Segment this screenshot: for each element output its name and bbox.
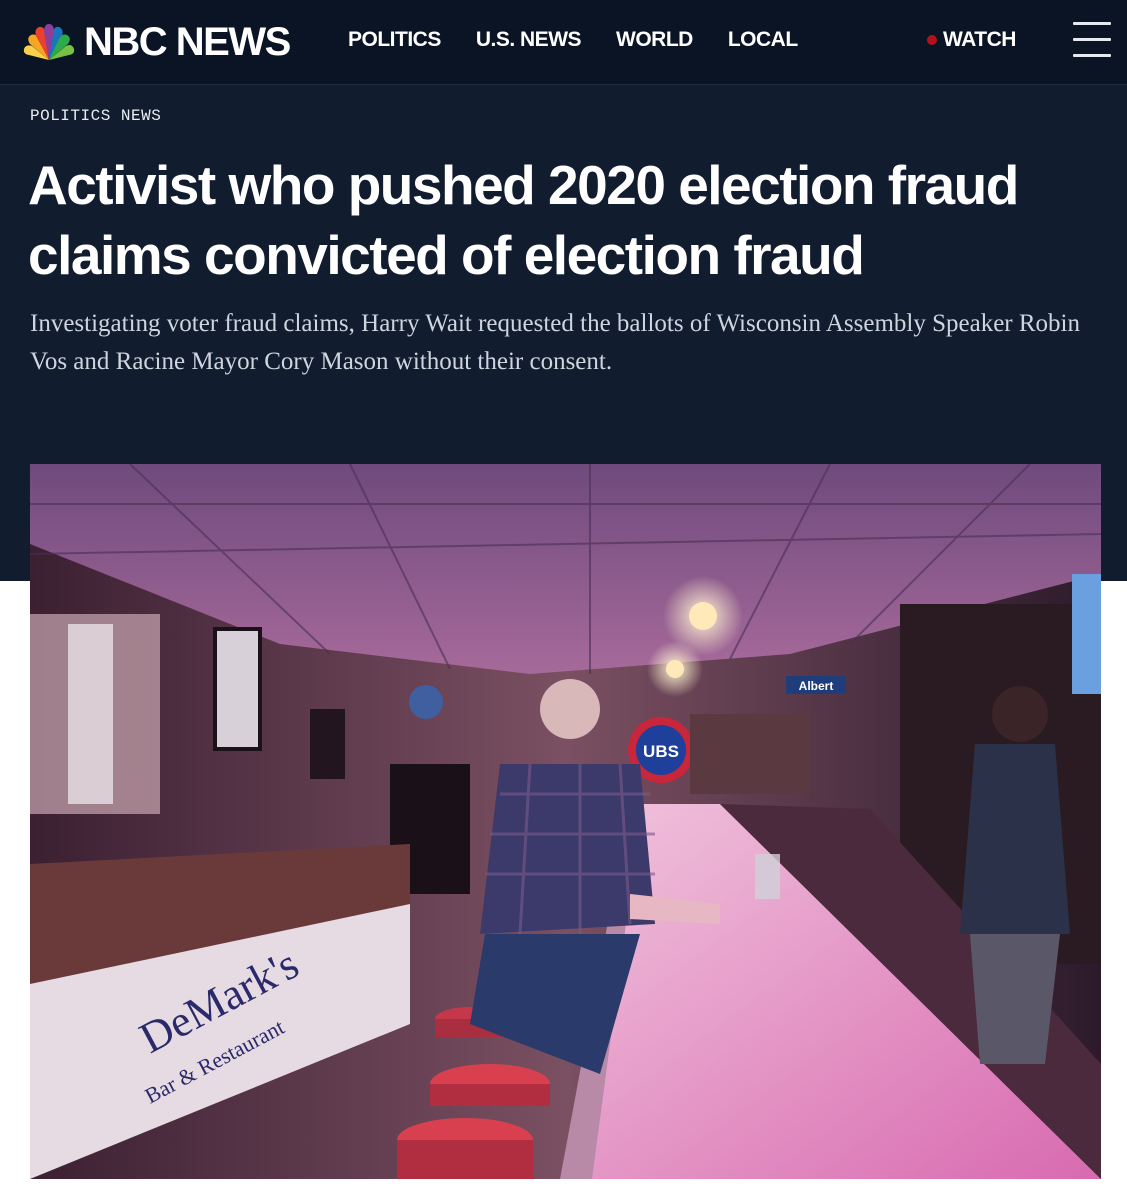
peacock-icon [23,24,75,60]
live-dot-icon [927,35,937,45]
article-headline: Activist who pushed 2020 election fraud … [28,154,1019,286]
street-sign-text: Albert [799,679,834,693]
primary-nav: POLITICS U.S. NEWS WORLD LOCAL [348,28,833,52]
article-dek: Investigating voter fraud claims, Harry … [30,310,1080,375]
nbc-news-logo[interactable]: NBC NEWS [22,19,291,64]
section-label[interactable]: POLITICS NEWS [30,107,161,125]
nav-link-world[interactable]: WORLD [616,28,693,52]
nav-link-us-news[interactable]: U.S. NEWS [476,28,582,52]
nav-link-politics[interactable]: POLITICS [348,28,441,52]
hamburger-menu-icon[interactable] [1073,22,1111,58]
lead-photo: UBS Albert DeMark's Bar & Restaurant [30,464,1101,1179]
top-navigation-bar: NBC NEWS POLITICS U.S. NEWS WORLD LOCAL … [0,0,1127,85]
nav-link-local[interactable]: LOCAL [728,28,798,52]
watch-label: WATCH [943,28,1016,51]
bar-interior-image: UBS Albert DeMark's Bar & Restaurant [30,464,1101,1179]
cubs-sign-text: UBS [643,742,679,761]
watch-button[interactable]: WATCH [927,28,1016,52]
logo-text: NBC NEWS [84,19,291,64]
